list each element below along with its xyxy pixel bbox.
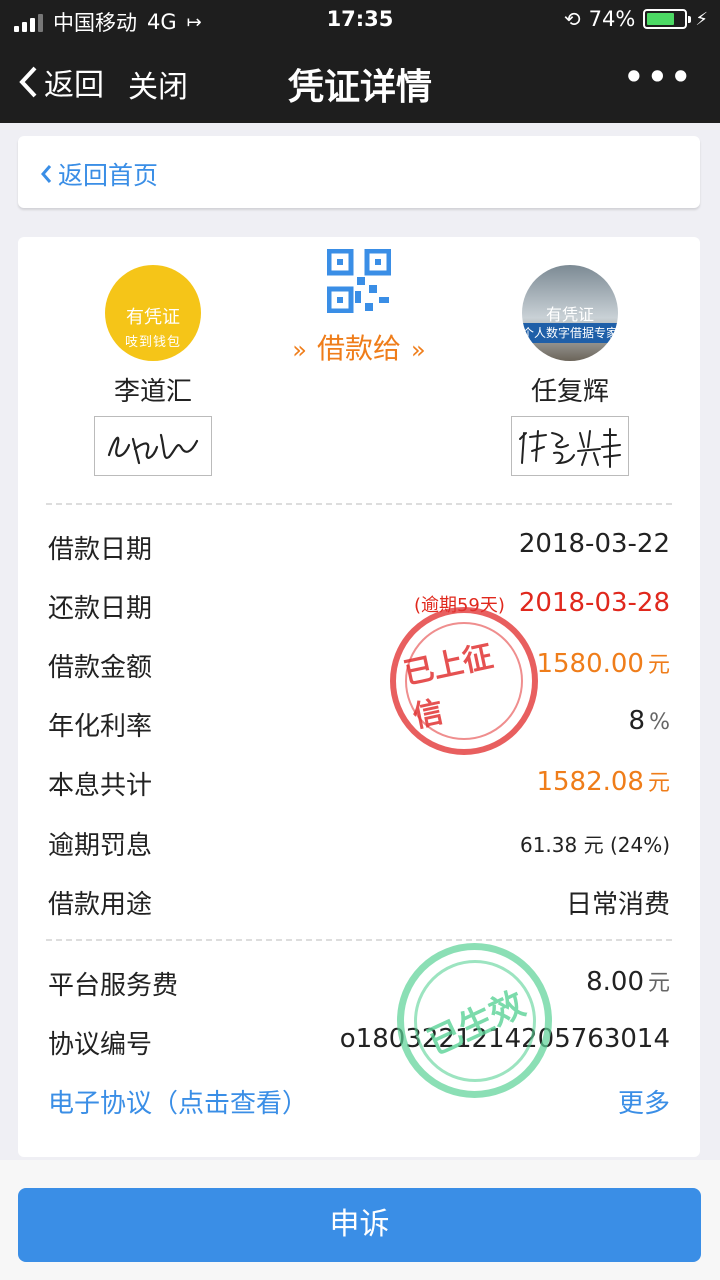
- lender-avatar-subtext: 吱到钱包: [124, 335, 181, 350]
- service-fee-value-wrap: 8.00 元: [586, 965, 670, 997]
- lend-to-label: 借款给: [316, 332, 401, 365]
- rate-row: 年化利率 8%: [48, 704, 670, 744]
- borrower-name: 任复辉: [530, 377, 609, 407]
- more-options-button[interactable]: •••: [624, 58, 694, 96]
- service-fee-unit: 元: [647, 971, 670, 996]
- lend-direction: » 借款给 »: [273, 249, 445, 367]
- service-fee-label: 平台服务费: [48, 971, 179, 1001]
- repay-date-value: 2018-03-28: [518, 588, 670, 618]
- agreement-links-row: 电子协议（点击查看） 更多: [48, 1081, 670, 1121]
- total-value: 1582.08: [536, 767, 644, 797]
- divider: [46, 503, 672, 505]
- repay-date-value-wrap: (逾期59天) 2018-03-28: [414, 588, 670, 618]
- borrower-block: 有凭证 个人数字借据专家 任复辉: [505, 265, 635, 476]
- agreement-no-label: 协议编号: [48, 1030, 153, 1060]
- repay-date-label: 还款日期: [48, 594, 153, 624]
- back-home-link[interactable]: 返回首页: [40, 156, 158, 192]
- amount-unit: 元: [647, 653, 670, 678]
- charging-icon: ⚡: [695, 8, 708, 30]
- battery-icon: [643, 9, 692, 29]
- amount-value: 1580.00: [536, 649, 644, 679]
- rate-unit: %: [649, 710, 670, 735]
- borrower-avatar-subtext: 个人数字借据专家: [522, 323, 618, 343]
- borrower-avatar[interactable]: 有凭证 个人数字借据专家: [522, 265, 618, 361]
- voucher-card: 有凭证 吱到钱包 李道汇 » 借款给 » 有凭证 个人数字借据专家 任复辉 借款日…: [18, 237, 700, 1157]
- total-unit: 元: [647, 771, 670, 796]
- battery-percent: 74%: [588, 7, 636, 31]
- status-bar: 中国移动 4G ↦ 17:35 ⟲ 74% ⚡: [0, 0, 720, 40]
- orientation-lock-icon: ⟲: [563, 7, 581, 31]
- chevron-left-icon: [41, 165, 52, 183]
- loan-date-value: 2018-03-22: [518, 529, 670, 559]
- appeal-button[interactable]: 申诉: [18, 1188, 701, 1262]
- total-label: 本息共计: [48, 771, 153, 801]
- amount-value-wrap: 1580.00 元: [536, 647, 670, 679]
- agreement-no-value: o180322121420576301​4: [339, 1024, 670, 1054]
- qr-code-icon[interactable]: [327, 249, 391, 313]
- rate-value-wrap: 8%: [629, 706, 670, 736]
- lender-signature: [94, 416, 212, 476]
- agreement-no-row: 协议编号 o180322121420576301​4: [48, 1022, 670, 1062]
- e-agreement-link[interactable]: 电子协议（点击查看）: [48, 1083, 308, 1120]
- total-value-wrap: 1582.08 元: [536, 765, 670, 797]
- amount-label: 借款金额: [48, 653, 153, 683]
- amount-row: 借款金额 1580.00 元: [48, 645, 670, 685]
- purpose-label: 借款用途: [48, 890, 153, 920]
- service-fee-value: 8.00: [586, 967, 644, 997]
- more-link[interactable]: 更多: [618, 1083, 670, 1120]
- bottom-bar: 申诉: [0, 1160, 720, 1280]
- back-home-label: 返回首页: [58, 161, 159, 190]
- penalty-row: 逾期罚息 61.38 元 (24%): [48, 823, 670, 863]
- penalty-value: 61.38 元 (24%): [519, 833, 670, 857]
- borrower-signature: [511, 416, 629, 476]
- double-chevron-right-icon: »: [292, 336, 307, 364]
- lend-to-label-row: » 借款给 »: [273, 327, 445, 367]
- lender-avatar-text: 有凭证: [126, 307, 180, 328]
- overdue-badge: (逾期59天): [413, 595, 505, 616]
- lender-name: 李道汇: [113, 377, 192, 407]
- lender-block: 有凭证 吱到钱包 李道汇: [88, 265, 218, 476]
- loan-date-row: 借款日期 2018-03-22: [48, 527, 670, 567]
- borrower-avatar-text: 有凭证: [545, 305, 594, 324]
- purpose-value: 日常消费: [565, 890, 670, 920]
- repay-date-row: 还款日期 (逾期59天) 2018-03-28: [48, 586, 670, 626]
- lender-avatar[interactable]: 有凭证 吱到钱包: [105, 265, 201, 361]
- rate-value: 8: [628, 706, 646, 736]
- rate-label: 年化利率: [48, 712, 153, 742]
- page-title: 凭证详情: [287, 67, 432, 108]
- service-fee-row: 平台服务费 8.00 元: [48, 963, 670, 1003]
- back-home-card: 返回首页: [18, 136, 700, 208]
- penalty-label: 逾期罚息: [48, 831, 153, 861]
- nav-bar: 返回 关闭 凭证详情 •••: [0, 40, 720, 123]
- divider: [46, 939, 672, 941]
- total-row: 本息共计 1582.08 元: [48, 763, 670, 803]
- purpose-row: 借款用途 日常消费: [48, 882, 670, 922]
- loan-date-label: 借款日期: [48, 535, 153, 565]
- double-chevron-right-icon: »: [411, 336, 426, 364]
